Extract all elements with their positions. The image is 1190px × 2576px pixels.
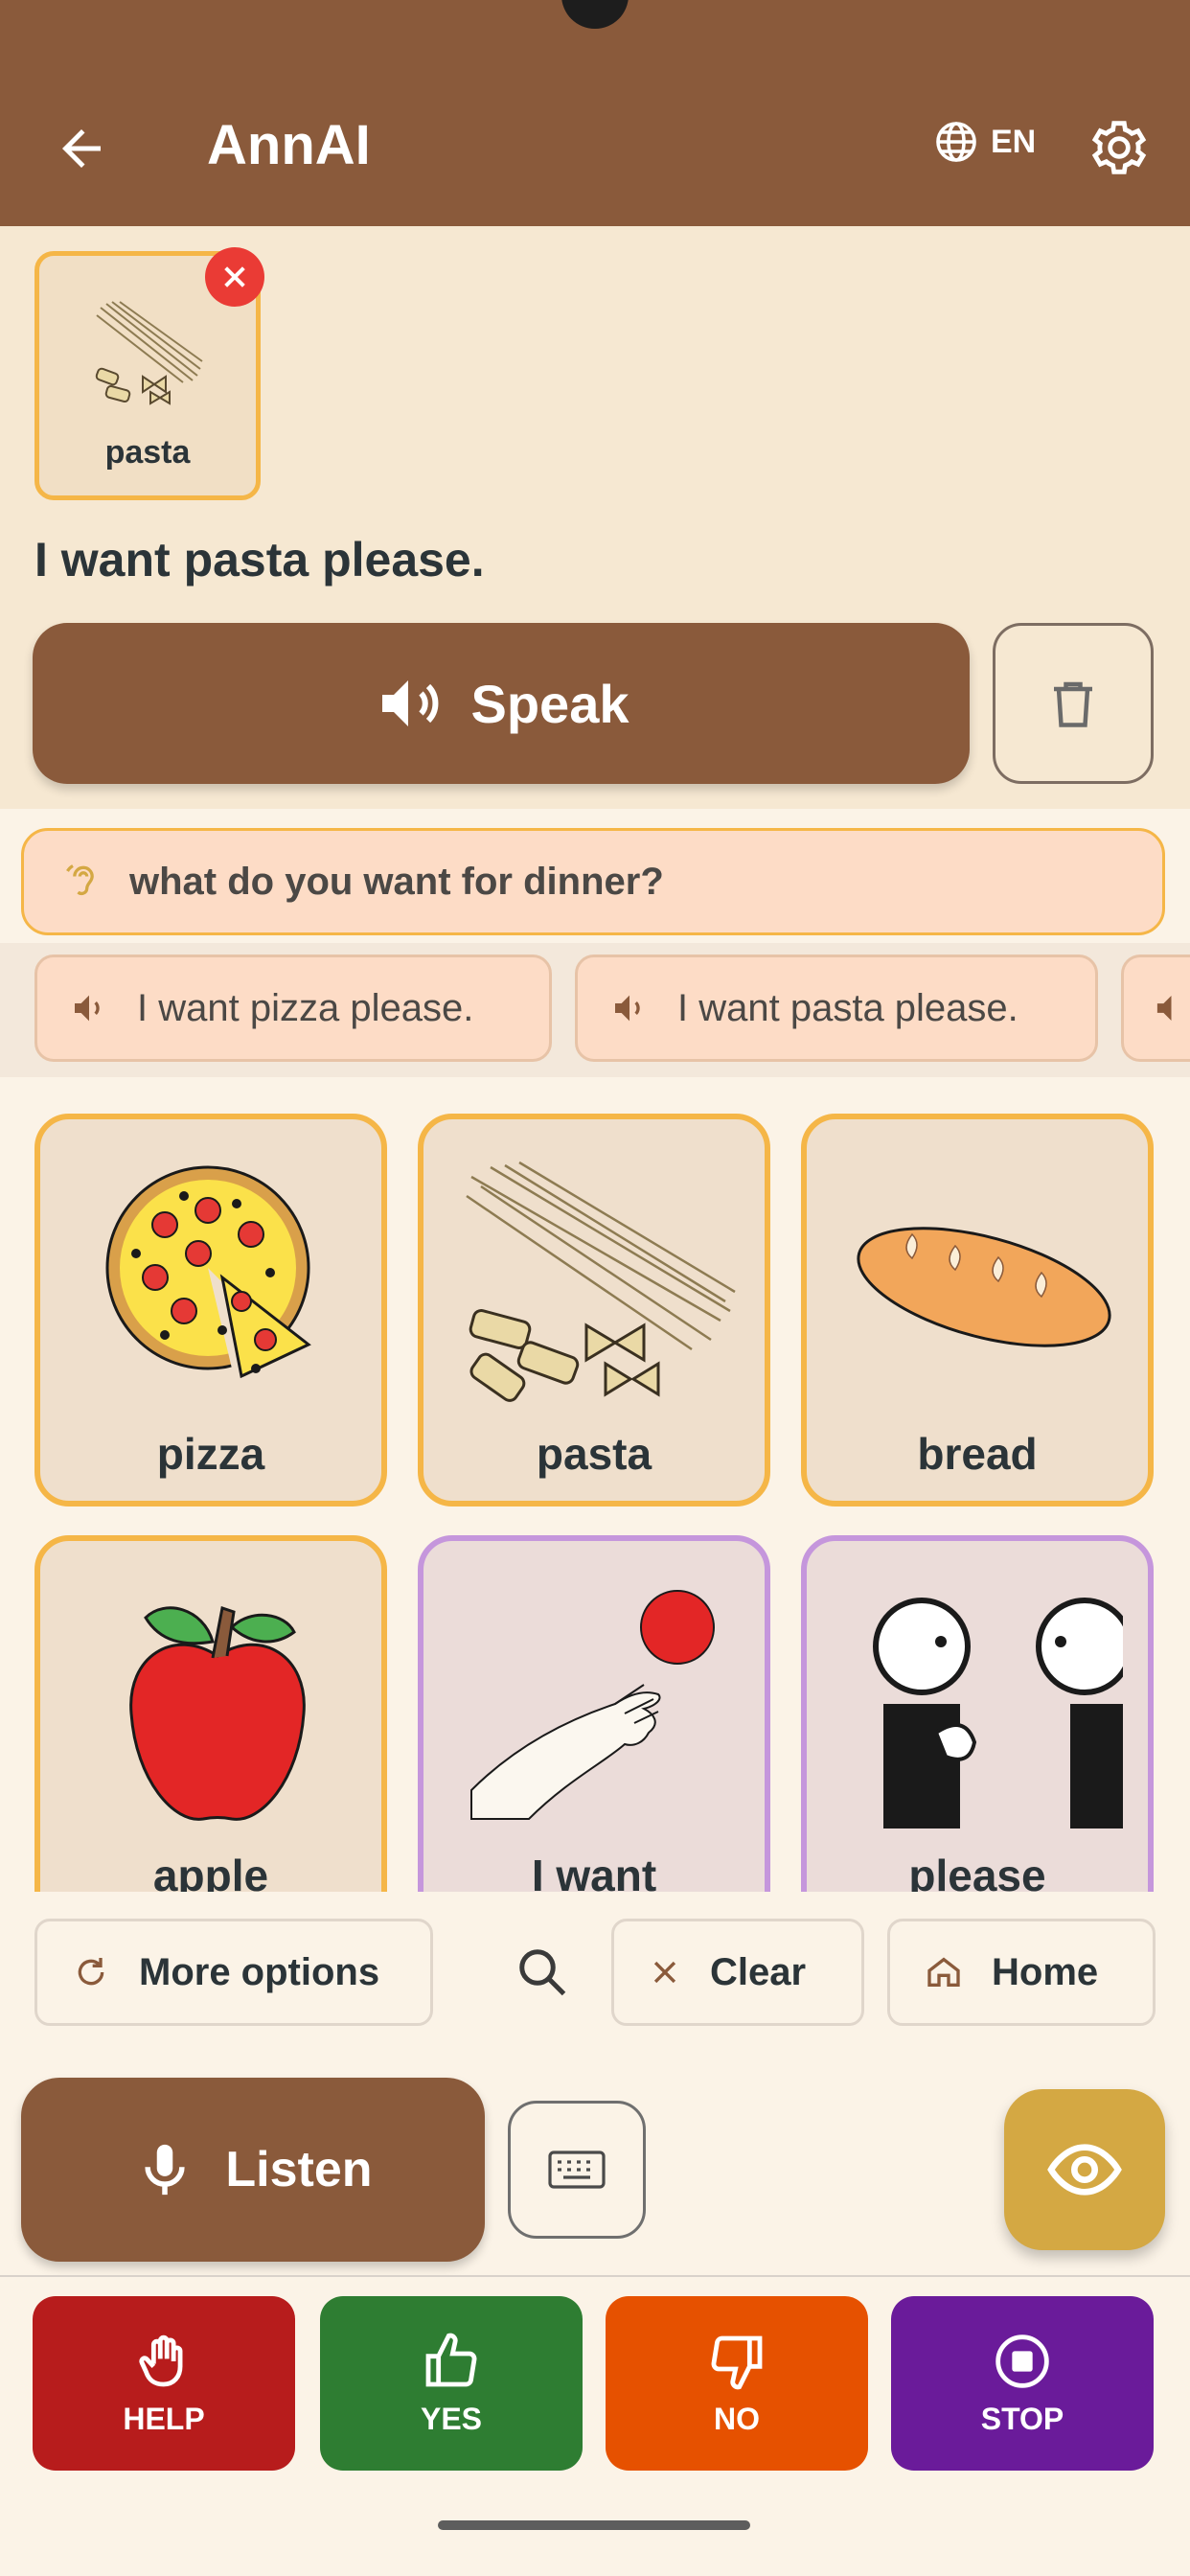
search-icon	[519, 1949, 566, 1996]
listen-label: Listen	[225, 2142, 373, 2197]
clear-button[interactable]: Clear	[611, 1919, 864, 2026]
tile-pizza[interactable]: pizza	[34, 1114, 387, 1506]
yes-label: YES	[420, 2401, 483, 2436]
keyboard-icon	[548, 2150, 606, 2189]
globe-icon	[936, 122, 976, 162]
ear-icon	[66, 864, 94, 896]
suggestion-text: I want pizza please.	[137, 986, 474, 1029]
back-button[interactable]	[48, 115, 115, 182]
thumbs-down-icon	[711, 2335, 763, 2389]
tile-please[interactable]: please	[801, 1535, 1154, 1928]
reaching-hand-symbol	[470, 1590, 715, 1820]
home-button[interactable]: Home	[887, 1919, 1156, 2026]
heard-text-bar: what do you want for dinner?	[21, 828, 1165, 935]
no-button[interactable]: NO	[606, 2296, 868, 2471]
more-options-label: More options	[139, 1950, 380, 1993]
yes-button[interactable]: YES	[320, 2296, 583, 2471]
microphone-icon	[145, 2144, 186, 2196]
app-bar	[0, 0, 1190, 226]
tile-label: pasta	[536, 1429, 652, 1479]
no-label: NO	[714, 2401, 760, 2436]
suggestion-chip-partial[interactable]	[1121, 954, 1190, 1062]
gear-icon	[1091, 121, 1147, 174]
tile-apple[interactable]: apple	[34, 1535, 387, 1928]
tile-i-want[interactable]: I want	[418, 1535, 770, 1928]
settings-button[interactable]	[1085, 113, 1154, 182]
tile-label: bread	[917, 1429, 1038, 1479]
remove-chip-button[interactable]	[205, 247, 264, 307]
keyboard-button[interactable]	[508, 2101, 646, 2239]
speak-label: Speak	[470, 673, 629, 734]
refresh-icon	[78, 1958, 104, 1986]
stop-icon	[995, 2334, 1049, 2388]
stop-button[interactable]: STOP	[891, 2296, 1154, 2471]
pizza-symbol	[105, 1165, 311, 1379]
pasta-symbol	[466, 1161, 736, 1402]
suggestion-chip[interactable]: I want pizza please.	[34, 954, 552, 1062]
delete-button[interactable]	[993, 623, 1154, 784]
suggestion-text: I want pasta please.	[677, 986, 1018, 1029]
speaker-icon	[615, 995, 640, 1022]
home-indicator	[438, 2520, 750, 2530]
sentence-text: I want pasta please.	[34, 533, 485, 586]
pasta-symbol	[95, 301, 203, 405]
home-icon	[927, 1957, 960, 1987]
speak-button[interactable]: Speak	[33, 623, 970, 784]
eye-button[interactable]	[1004, 2089, 1165, 2250]
trash-icon	[1054, 681, 1092, 727]
eye-icon	[1047, 2144, 1122, 2196]
tile-bread[interactable]: bread	[801, 1114, 1154, 1506]
language-button[interactable]: EN	[933, 119, 1036, 165]
more-options-button[interactable]: More options	[34, 1919, 433, 2026]
hand-icon	[139, 2334, 183, 2386]
close-icon	[224, 266, 245, 288]
apple-symbol	[129, 1606, 306, 1821]
tile-pasta[interactable]: pasta	[418, 1114, 770, 1506]
help-label: HELP	[123, 2401, 205, 2436]
thumbs-up-icon	[425, 2333, 477, 2386]
chip-label: pasta	[104, 434, 191, 471]
speaker-icon	[381, 680, 438, 726]
speaker-icon	[75, 995, 100, 1022]
stop-label: STOP	[980, 2401, 1064, 2436]
speaker-icon	[1156, 996, 1172, 1021]
tile-label: pizza	[156, 1429, 265, 1479]
suggestion-chip[interactable]: I want pasta please.	[575, 954, 1098, 1062]
arrow-left-icon	[62, 129, 101, 168]
app-title: AnnAI	[207, 114, 371, 176]
bread-symbol	[857, 1227, 1111, 1347]
please-symbol	[873, 1598, 1123, 1828]
language-code: EN	[991, 123, 1037, 160]
clear-label: Clear	[710, 1950, 807, 1993]
close-icon	[653, 1961, 676, 1984]
divider	[0, 2275, 1190, 2277]
home-label: Home	[992, 1950, 1099, 1993]
help-button[interactable]: HELP	[33, 2296, 295, 2471]
search-button[interactable]	[504, 1934, 581, 2011]
listen-button[interactable]: Listen	[21, 2078, 485, 2262]
heard-text: what do you want for dinner?	[129, 860, 664, 903]
